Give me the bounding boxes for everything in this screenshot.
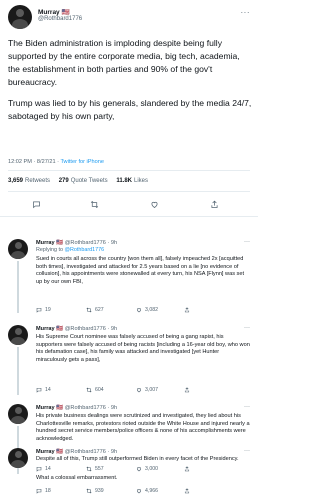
reply-tweet[interactable]: Murray 🇺🇸 @Rothbard1776 · 9h ··· Despite… [0, 448, 258, 500]
like-button[interactable]: 4,966 [136, 488, 158, 494]
share-button[interactable] [184, 307, 193, 313]
tweet-source[interactable]: Twitter for iPhone [60, 159, 104, 165]
tweet-time[interactable]: 12:02 PM · 8/27/21 · [8, 159, 59, 165]
like-button[interactable]: 3,082 [136, 307, 158, 313]
share-icon [184, 488, 190, 494]
share-button[interactable] [184, 387, 193, 393]
author-name[interactable]: Murray 🇺🇸 [38, 8, 70, 16]
retweet-button[interactable]: 604 [86, 387, 104, 393]
author-handle[interactable]: @Rothbard1776 · 9h [65, 240, 117, 246]
flag-icon: 🇺🇸 [56, 405, 64, 411]
avatar[interactable] [8, 325, 28, 345]
flag-icon: 🇺🇸 [61, 9, 70, 16]
thread-line [17, 261, 19, 313]
ellipsis-icon[interactable]: ··· [244, 448, 250, 454]
author-handle[interactable]: @Rothbard1776 [38, 16, 82, 22]
heart-icon [136, 388, 142, 393]
author-name[interactable]: Murray [36, 449, 55, 455]
avatar[interactable] [8, 404, 28, 424]
reply-header: Murray 🇺🇸 @Rothbard1776 · 9h [36, 240, 117, 246]
tweet-text: The Biden administration is imploding de… [8, 37, 254, 123]
author-name[interactable]: Murray [36, 405, 55, 411]
reply-header: Murray 🇺🇸 @Rothbard1776 · 9h [36, 326, 117, 332]
heart-icon[interactable] [148, 198, 160, 210]
replying-to-handle[interactable]: @Rothbard1776 [64, 247, 104, 253]
tweet-meta: 12:02 PM · 8/27/21 · Twitter for iPhone [8, 159, 104, 165]
quotes-stat[interactable]: 279 Quote Tweets [59, 178, 108, 184]
author-name[interactable]: Murray [36, 326, 55, 332]
reply-button[interactable]: 14 [36, 387, 51, 393]
divider [8, 191, 250, 192]
reply-header: Murray 🇺🇸 @Rothbard1776 · 9h [36, 449, 117, 455]
author-handle[interactable]: @Rothbard1776 · 9h [65, 405, 117, 411]
heart-icon [136, 489, 142, 494]
replying-to: Replying to @Rothbard1776 [36, 247, 104, 253]
like-button[interactable]: 3,007 [136, 387, 158, 393]
like-count: 4,966 [145, 488, 158, 494]
divider [0, 216, 258, 217]
heart-icon [136, 308, 142, 313]
author-name-text: Murray [38, 9, 60, 16]
thread-line [17, 347, 19, 395]
reply-count: 14 [45, 387, 51, 393]
reply-tweet[interactable]: Murray 🇺🇸 @Rothbard1776 · 9h ··· Replyin… [0, 239, 258, 316]
reply-text: Sued in courts all across the country [w… [36, 256, 245, 285]
reply-header: Murray 🇺🇸 @Rothbard1776 · 9h [36, 405, 117, 411]
divider [8, 170, 250, 171]
reply-actions: 14 604 3,007 [36, 387, 236, 395]
share-icon [184, 387, 190, 393]
avatar[interactable] [8, 239, 28, 259]
ellipsis-icon[interactable]: ··· [244, 325, 250, 331]
flag-icon: 🇺🇸 [56, 449, 64, 455]
reply-count: 19 [45, 307, 51, 313]
avatar[interactable] [8, 448, 28, 468]
retweet-count: 939 [95, 488, 104, 494]
reply-icon [36, 488, 42, 494]
reply-button[interactable]: 19 [36, 307, 51, 313]
reply-icon[interactable] [30, 198, 42, 210]
retweet-icon [86, 387, 92, 393]
author-handle[interactable]: @Rothbard1776 · 9h [65, 326, 117, 332]
tweet-paragraph: The Biden administration is imploding de… [8, 38, 240, 87]
retweet-button[interactable]: 627 [86, 307, 104, 313]
like-count: 3,082 [145, 307, 158, 313]
reply-tweet[interactable]: Murray 🇺🇸 @Rothbard1776 · 9h ··· His Sup… [0, 325, 258, 397]
ellipsis-icon[interactable]: ··· [241, 8, 251, 17]
retweet-count: 604 [95, 387, 104, 393]
share-button[interactable] [184, 488, 193, 494]
ellipsis-icon[interactable]: ··· [244, 239, 250, 245]
retweet-icon [86, 488, 92, 494]
likes-stat[interactable]: 11.8K Likes [116, 178, 148, 184]
tweet-actions [8, 198, 250, 210]
retweets-stat[interactable]: 3,659 Retweets [8, 178, 50, 184]
reply-text: Despite all of this, Trump still outperf… [36, 456, 239, 462]
retweet-icon[interactable] [88, 198, 100, 210]
reply-count: 18 [45, 488, 51, 494]
reply-text-closing: What a colossal embarrassment. [36, 475, 118, 481]
author-handle[interactable]: @Rothbard1776 · 9h [65, 449, 117, 455]
flag-icon: 🇺🇸 [56, 240, 64, 246]
reply-actions: 19 627 3,082 [36, 307, 236, 315]
share-icon[interactable] [208, 198, 220, 210]
share-icon [184, 307, 190, 313]
retweet-count: 627 [95, 307, 104, 313]
reply-icon [36, 307, 42, 313]
main-tweet: Murray 🇺🇸 @Rothbard1776 ··· The Biden ad… [0, 0, 258, 235]
reply-text: His private business dealings were scrut… [36, 413, 250, 442]
like-count: 3,007 [145, 387, 158, 393]
reply-button[interactable]: 18 [36, 488, 51, 494]
replying-prefix: Replying to [36, 247, 63, 253]
reply-icon [36, 387, 42, 393]
retweet-button[interactable]: 939 [86, 488, 104, 494]
reply-text: His Supreme Court nominee was falsely ac… [36, 334, 250, 363]
avatar[interactable] [8, 5, 32, 29]
flag-icon: 🇺🇸 [56, 326, 64, 332]
ellipsis-icon[interactable]: ··· [244, 404, 250, 410]
tweet-paragraph: Trump was lied to by his generals, sland… [8, 98, 252, 121]
reply-actions: 18 939 4,966 [36, 488, 236, 496]
author-name[interactable]: Murray [36, 240, 55, 246]
tweet-stats: 3,659 Retweets 279 Quote Tweets 11.8K Likes [8, 178, 155, 184]
retweet-icon [86, 307, 92, 313]
